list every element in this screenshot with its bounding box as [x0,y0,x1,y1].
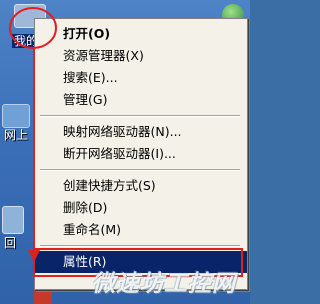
annotation-overlay [9,7,243,277]
watermark: 微速坊工控网 [92,271,236,297]
highlight-circle [9,7,57,49]
